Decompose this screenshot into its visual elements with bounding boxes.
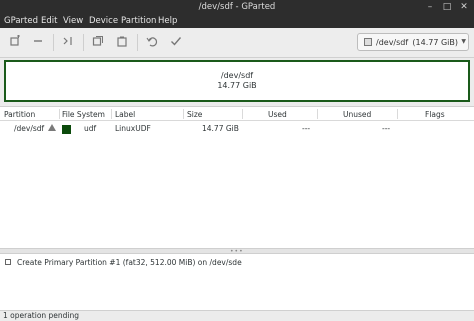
window-title: /dev/sdf - GParted <box>198 2 276 12</box>
table-row[interactable]: /dev/sdf udf LinuxUDF 14.77 GiB --- --- <box>0 121 474 136</box>
disk-map-device: /dev/sdf <box>220 71 254 80</box>
header-partition[interactable]: Partition <box>4 110 35 119</box>
cell-size: 14.77 GiB <box>202 124 239 133</box>
cell-file-system: udf <box>84 124 97 133</box>
header-used[interactable]: Used <box>268 110 287 119</box>
device-selector-name: /dev/sdf <box>376 38 409 47</box>
filesystem-color-swatch <box>62 125 71 134</box>
copy-icon[interactable] <box>90 35 106 49</box>
table-header: Partition File System Label Size Used Un… <box>0 107 474 121</box>
device-selector[interactable]: /dev/sdf (14.77 GiB) ▼ <box>357 33 469 51</box>
status-text: 1 operation pending <box>3 311 80 320</box>
title-bar: /dev/sdf - GParted – □ ✕ <box>0 0 474 14</box>
header-label[interactable]: Label <box>115 110 135 119</box>
toolbar-separator <box>53 34 54 51</box>
header-unused[interactable]: Unused <box>343 110 371 119</box>
menu-gparted[interactable]: GParted <box>4 16 38 26</box>
disk-map-size: 14.77 GiB <box>217 81 257 90</box>
maximize-icon[interactable]: □ <box>442 2 452 12</box>
column-separator <box>111 109 112 119</box>
cell-unused: --- <box>382 124 391 133</box>
menu-help[interactable]: Help <box>158 16 177 26</box>
chevron-down-icon: ▼ <box>461 38 466 45</box>
column-separator <box>183 109 184 119</box>
partition-table: Partition File System Label Size Used Un… <box>0 106 474 249</box>
paste-icon[interactable] <box>114 35 130 49</box>
menu-edit[interactable]: Edit <box>41 16 57 26</box>
device-selector-size: (14.77 GiB) <box>412 38 458 47</box>
close-icon[interactable]: ✕ <box>459 2 469 12</box>
menu-partition[interactable]: Partition <box>121 16 156 26</box>
menu-view[interactable]: View <box>63 16 83 26</box>
status-bar: 1 operation pending <box>0 310 474 321</box>
create-partition-icon <box>5 259 11 265</box>
menu-bar: GParted Edit View Device Partition Help <box>0 14 474 28</box>
disk-map[interactable]: /dev/sdf 14.77 GiB <box>4 60 470 102</box>
menu-device[interactable]: Device <box>89 16 118 26</box>
apply-icon[interactable] <box>168 35 184 49</box>
column-separator <box>317 109 318 119</box>
toolbar-separator <box>83 34 84 51</box>
cell-partition: /dev/sdf <box>14 124 45 133</box>
column-separator <box>397 109 398 119</box>
resize-move-icon[interactable] <box>60 35 76 49</box>
column-separator <box>242 109 243 119</box>
drive-icon <box>364 38 372 46</box>
header-file-system[interactable]: File System <box>62 110 105 119</box>
header-flags[interactable]: Flags <box>425 110 445 119</box>
undo-icon[interactable] <box>144 35 160 49</box>
minimize-icon[interactable]: – <box>425 2 435 12</box>
delete-partition-icon[interactable] <box>30 35 46 49</box>
toolbar-separator <box>137 34 138 51</box>
cell-label: LinuxUDF <box>115 124 151 133</box>
cell-used: --- <box>302 124 311 133</box>
header-size[interactable]: Size <box>187 110 202 119</box>
pending-operations-list: Create Primary Partition #1 (fat32, 512.… <box>0 254 474 310</box>
warning-icon <box>48 124 56 131</box>
operation-item[interactable]: Create Primary Partition #1 (fat32, 512.… <box>17 258 242 267</box>
column-separator <box>59 109 60 119</box>
new-partition-icon[interactable] <box>7 35 23 49</box>
